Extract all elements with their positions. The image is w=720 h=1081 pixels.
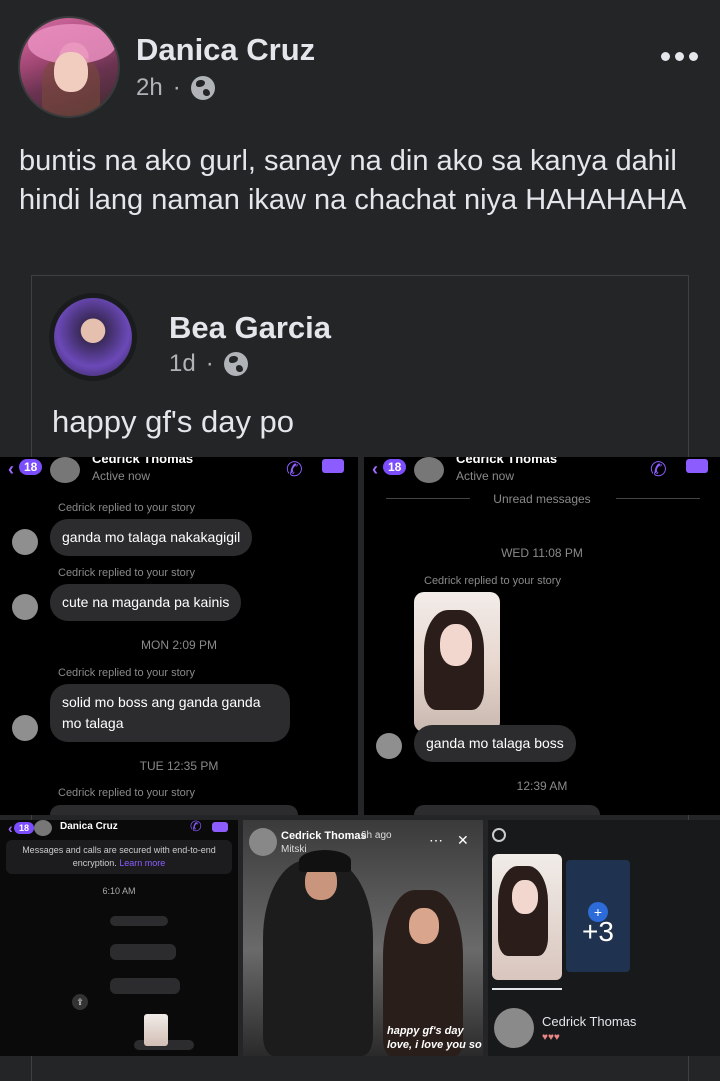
- contact-avatar: [34, 820, 52, 836]
- back-icon: ‹: [372, 459, 378, 479]
- message-line: solid mo boss ang ganda ganda: [62, 694, 261, 710]
- heart-reactions: ♥♥♥: [542, 1032, 560, 1043]
- viewer-avatar: [494, 1008, 534, 1048]
- learn-more-link[interactable]: Learn more: [119, 858, 165, 868]
- shared-author-avatar[interactable]: [49, 293, 137, 381]
- sender-avatar: [12, 715, 38, 741]
- shared-post-meta: 1d ·: [169, 350, 248, 378]
- selected-indicator: [492, 988, 562, 990]
- globe-icon: [223, 352, 248, 376]
- story-caption: happy gf's day love, i love you so: [387, 1025, 482, 1051]
- contact-status: Active now: [456, 469, 515, 483]
- reply-note: Cedrick replied to your story: [58, 667, 195, 679]
- mini-message: [110, 916, 168, 926]
- meta-separator: ·: [172, 74, 181, 101]
- chat-header: ‹ 18 Cedrick Thomas Active now ✆: [0, 457, 358, 485]
- unread-badge: 18: [14, 822, 35, 834]
- eye-icon: [492, 828, 506, 842]
- chat-screenshot-2[interactable]: ‹ 18 Cedrick Thomas Active now ✆ Unread …: [364, 457, 720, 815]
- close-icon[interactable]: ✕: [457, 832, 469, 849]
- back-icon: ‹: [8, 459, 14, 479]
- meta-separator: ·: [205, 350, 214, 377]
- story-avatar: [249, 828, 277, 856]
- message-bubble: [50, 805, 298, 815]
- story-author: Cedrick Thomas: [281, 830, 367, 842]
- time-label: WED 11:08 PM: [501, 546, 583, 560]
- mini-message: [110, 978, 180, 994]
- reply-note: Cedrick replied to your story: [58, 502, 195, 514]
- reply-note: Cedrick replied to your story: [58, 567, 195, 579]
- dot-icon: [675, 52, 684, 61]
- video-icon: [686, 459, 708, 473]
- story-thumbnail[interactable]: [414, 592, 500, 732]
- reply-note: Cedrick replied to your story: [424, 575, 561, 587]
- author-avatar[interactable]: [18, 16, 120, 118]
- back-icon: ‹: [8, 820, 13, 836]
- post-text: buntis na ako gurl, sanay na din ako sa …: [19, 145, 687, 216]
- sender-avatar: [12, 529, 38, 555]
- phone-icon: ✆: [650, 459, 667, 481]
- post-header: Danica Cruz 2h ·: [18, 16, 708, 120]
- share-icon[interactable]: ⇪: [72, 994, 88, 1010]
- more-options-button[interactable]: [661, 52, 698, 61]
- unread-badge: 18: [383, 459, 407, 475]
- chat-screenshot-1[interactable]: ‹ 18 Cedrick Thomas Active now ✆ Cedrick…: [0, 457, 358, 815]
- divider: [616, 498, 700, 499]
- video-icon: [212, 822, 228, 832]
- shared-post-time[interactable]: 1d: [169, 350, 196, 378]
- phone-icon: ✆: [190, 820, 202, 834]
- cap-shape: [299, 850, 351, 872]
- encryption-notice: Messages and calls are secured with end-…: [6, 840, 232, 874]
- contact-avatar: [50, 457, 80, 483]
- story-thumbnail: [144, 1014, 168, 1046]
- time-label: 6:10 AM: [102, 886, 136, 896]
- story-thumbnail[interactable]: [492, 854, 562, 980]
- chat-header: ‹ 18 Cedrick Thomas Active now ✆: [364, 457, 720, 485]
- dot-icon: [689, 52, 698, 61]
- phone-icon: ✆: [286, 459, 303, 481]
- story-time: 6h ago: [361, 830, 392, 841]
- message-bubble: solid mo boss ang ganda ganda mo talaga: [50, 684, 290, 742]
- story-screenshot[interactable]: Cedrick Thomas 6h ago Mitski ⋯ ✕ happy g…: [243, 820, 483, 1056]
- author-name[interactable]: Danica Cruz: [136, 32, 315, 68]
- dot-icon: [661, 52, 670, 61]
- shared-author-name[interactable]: Bea Garcia: [169, 310, 331, 346]
- contact-name: Danica Cruz: [60, 821, 118, 832]
- time-label: MON 2:09 PM: [140, 638, 218, 652]
- message-bubble: ganda mo talaga nakakagigil: [50, 519, 253, 556]
- time-label: 12:39 AM: [516, 779, 568, 793]
- shared-post-text: happy gf's day po: [52, 404, 295, 439]
- story-music: Mitski: [281, 844, 307, 855]
- unread-divider-label: Unread messages: [493, 492, 591, 506]
- story-viewers-screenshot[interactable]: +3 + Cedrick Thomas ♥♥♥: [488, 820, 720, 1056]
- post-meta: 2h ·: [136, 74, 215, 102]
- contact-avatar: [414, 457, 444, 483]
- chat-screenshot-3[interactable]: ‹ 18 Danica Cruz ✆ Messages and calls ar…: [0, 820, 238, 1056]
- message-bubble: cute na maganda pa kainis: [50, 584, 242, 621]
- time-label: TUE 12:35 PM: [139, 759, 219, 773]
- reply-note: Cedrick replied to your story: [58, 787, 195, 799]
- contact-status: Active now: [92, 469, 151, 483]
- message-line: mo talaga: [62, 715, 124, 731]
- sender-avatar: [376, 733, 402, 759]
- unread-badge: 18: [19, 459, 43, 475]
- mini-message: [110, 944, 176, 960]
- message-bubble: [414, 805, 600, 815]
- video-icon: [322, 459, 344, 473]
- post-time[interactable]: 2h: [136, 74, 163, 102]
- contact-name: Cedrick Thomas: [456, 457, 558, 466]
- globe-icon: [190, 76, 215, 100]
- add-icon[interactable]: +: [588, 902, 608, 922]
- sender-avatar: [12, 594, 38, 620]
- more-icon[interactable]: ⋯: [429, 832, 443, 849]
- contact-name: Cedrick Thomas: [92, 457, 194, 466]
- person-face: [409, 908, 439, 944]
- viewer-name[interactable]: Cedrick Thomas: [542, 1014, 636, 1029]
- message-bubble: ganda mo talaga boss: [414, 725, 576, 762]
